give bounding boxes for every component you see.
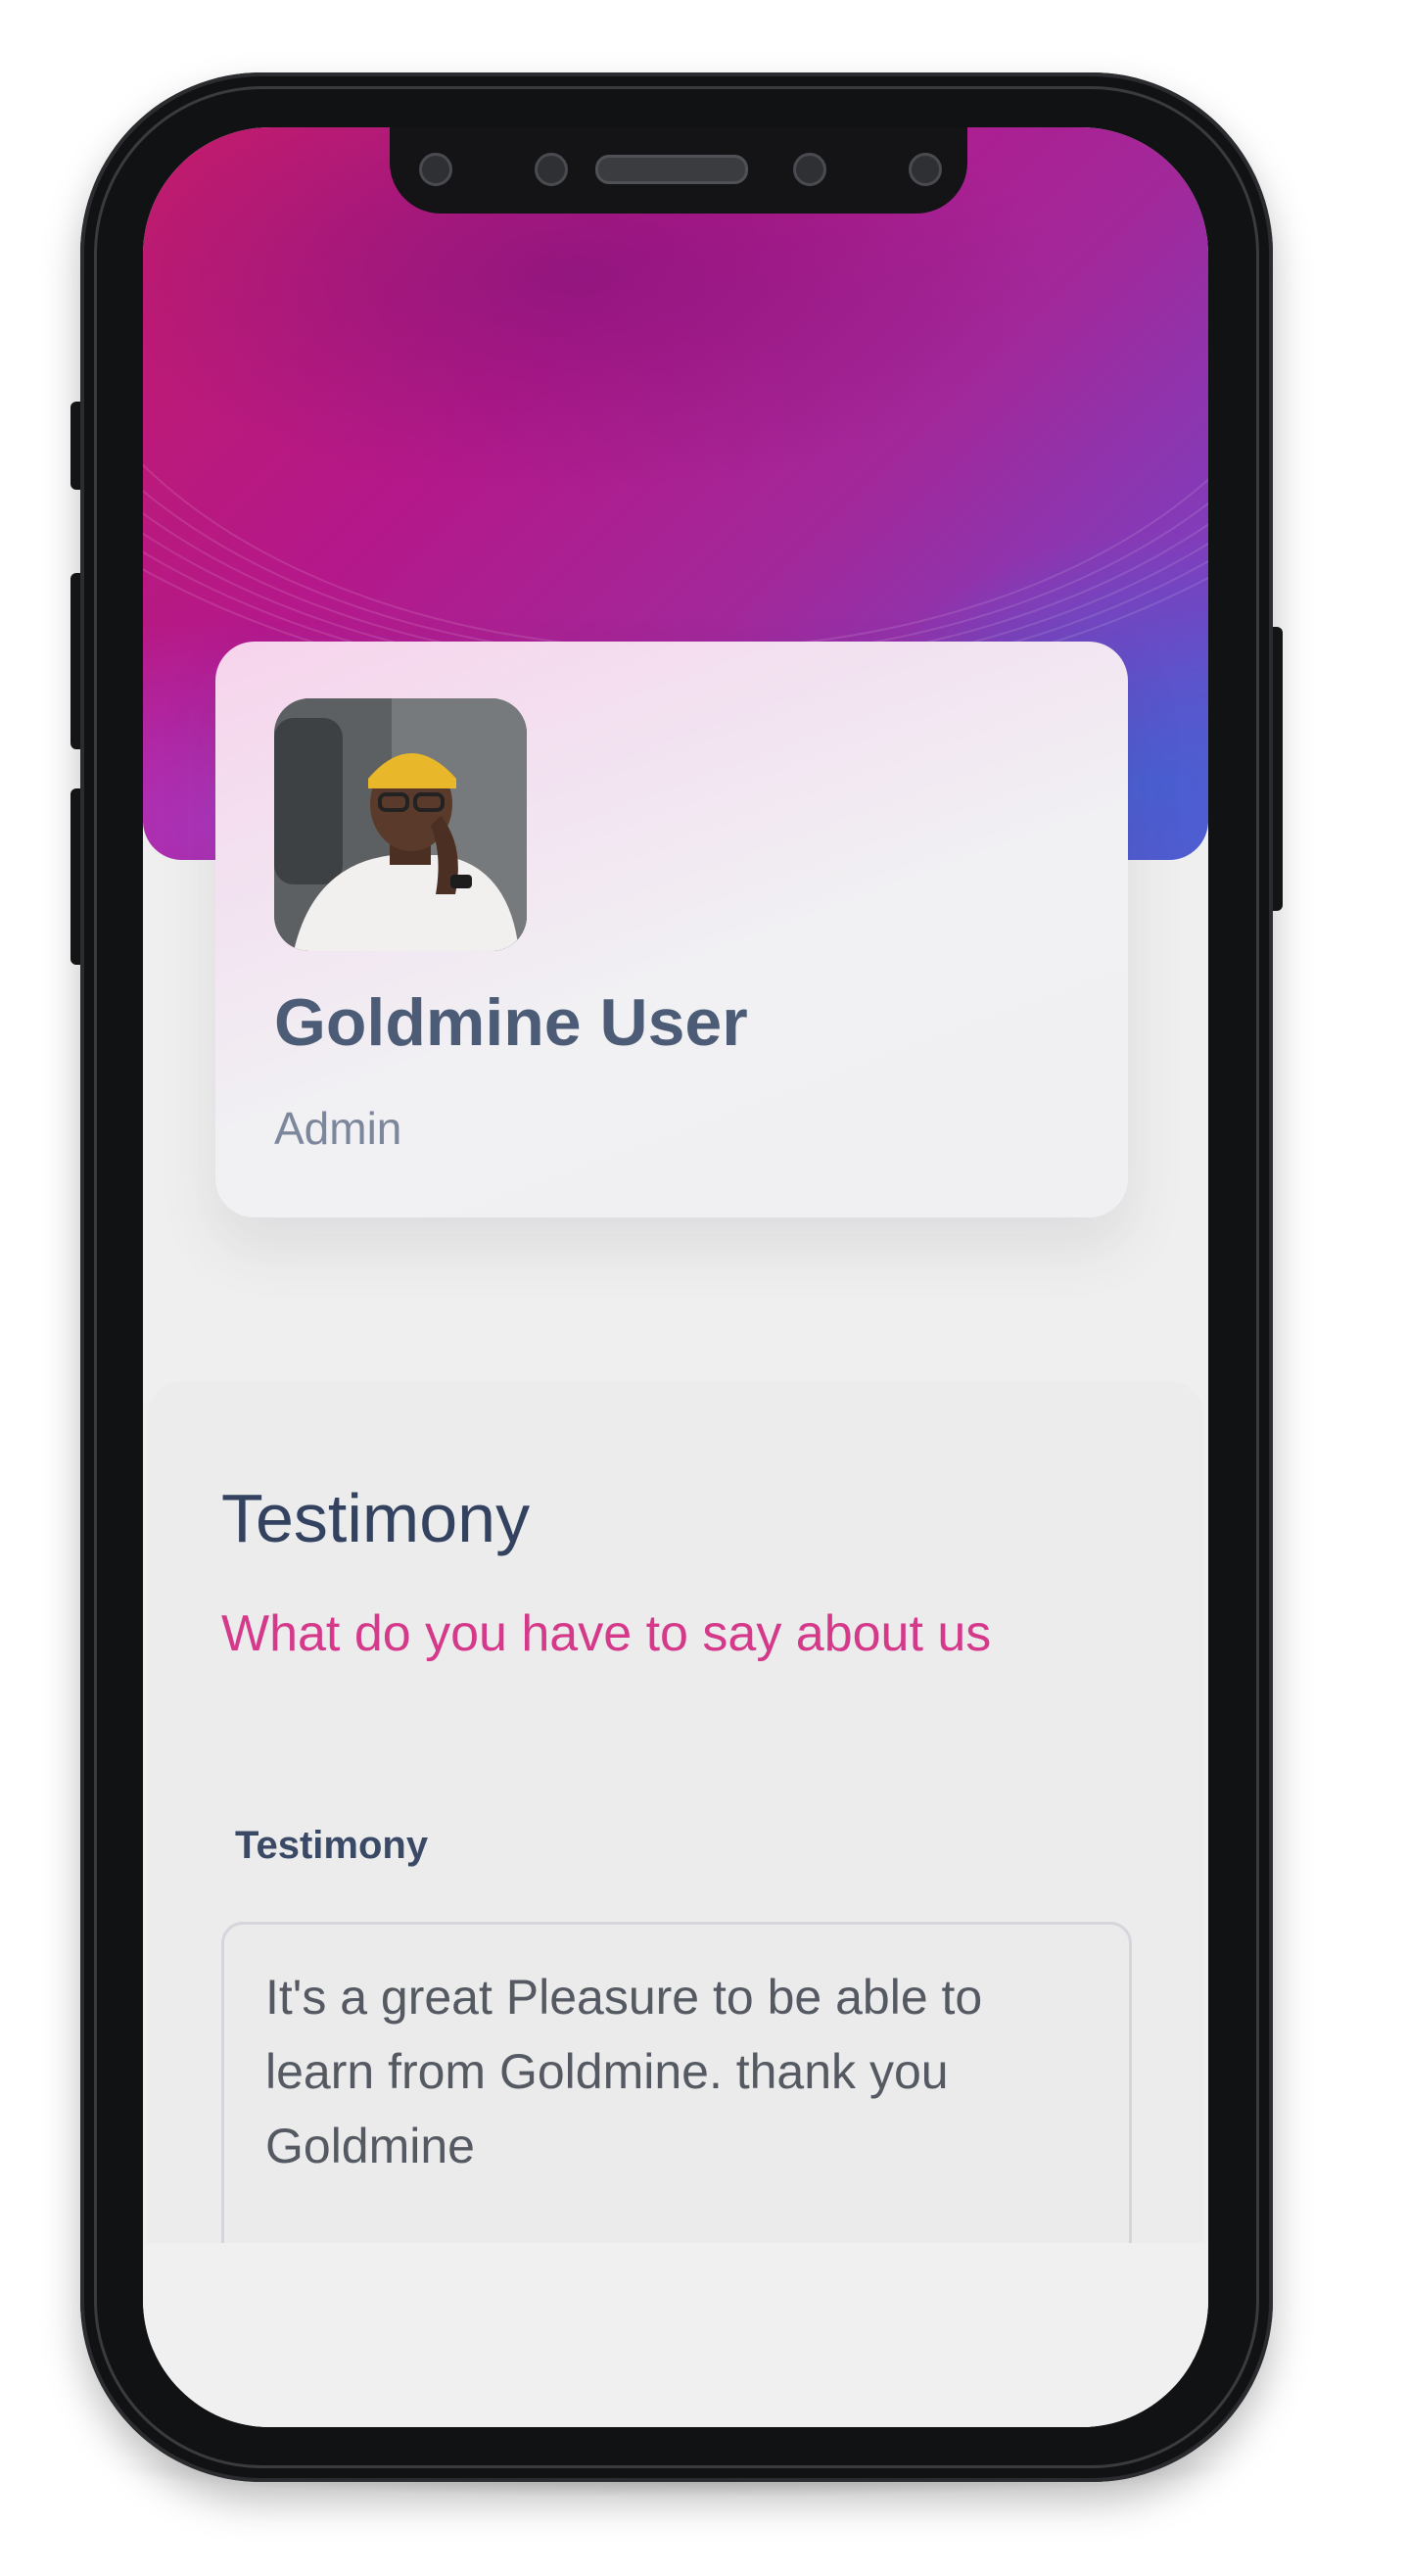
user-photo [274,698,527,951]
user-name: Goldmine User [274,985,748,1060]
bottom-area [143,2243,1208,2427]
sensor-icon [793,153,826,186]
section-subtitle: What do you have to say about us [221,1605,992,1662]
sensor-icon [419,153,452,186]
user-role: Admin [274,1103,402,1154]
front-camera-icon [535,153,568,186]
avatar[interactable] [274,698,527,951]
profile-card: Goldmine User Admin [215,642,1128,1217]
sensor-icon [909,153,942,186]
camera-notch [390,127,967,214]
phone-screen: Goldmine User Admin Testimony What do yo… [143,127,1208,2427]
speaker-grill [595,155,748,184]
testimony-field-label: Testimony [235,1824,429,1867]
section-title: Testimony [221,1480,531,1556]
